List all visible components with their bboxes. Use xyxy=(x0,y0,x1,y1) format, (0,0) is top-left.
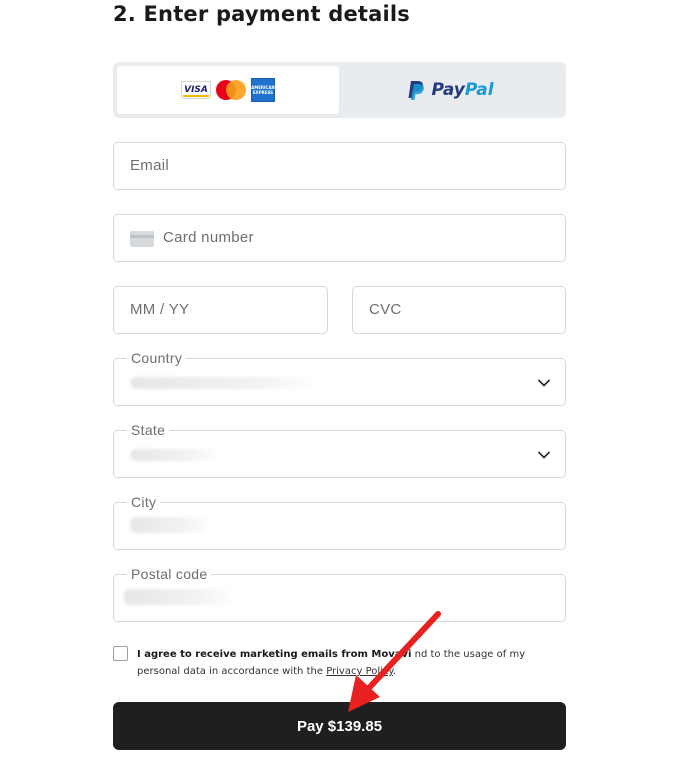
country-value-redacted xyxy=(130,377,320,389)
postal-code-label: Postal code xyxy=(127,566,212,582)
country-select[interactable]: Country xyxy=(113,350,566,406)
marketing-consent-text: I agree to receive marketing emails from… xyxy=(137,649,526,677)
chevron-down-icon xyxy=(538,379,550,387)
card-number-field[interactable]: Card number xyxy=(113,214,566,262)
paypal-p-icon xyxy=(407,80,425,101)
card-number-placeholder: Card number xyxy=(163,229,254,246)
mastercard-logo-icon xyxy=(215,80,247,100)
payment-method-selector: VISA AMERICAN EXPRESS PayPal xyxy=(113,62,566,118)
paypal-wordmark: PayPal xyxy=(431,80,494,100)
chevron-down-icon xyxy=(538,451,550,459)
country-label: Country xyxy=(127,350,187,366)
state-value-redacted xyxy=(130,449,220,461)
email-field[interactable]: Email xyxy=(113,142,566,190)
page-title: 2. Enter payment details xyxy=(113,2,410,26)
marketing-consent-checkbox[interactable] xyxy=(113,646,128,661)
privacy-policy-link[interactable]: Privacy Policy xyxy=(326,666,393,677)
expiry-field[interactable]: MM / YY xyxy=(113,286,328,334)
city-value-redacted xyxy=(130,517,210,533)
postal-code-field[interactable]: Postal code xyxy=(113,566,566,622)
visa-logo-icon: VISA xyxy=(181,81,211,99)
cvc-field[interactable]: CVC xyxy=(352,286,566,334)
credit-card-icon xyxy=(130,231,154,247)
postal-code-value-redacted xyxy=(124,589,234,605)
city-field[interactable]: City xyxy=(113,494,566,550)
email-placeholder: Email xyxy=(130,157,170,174)
expiry-placeholder: MM / YY xyxy=(130,301,190,318)
state-select[interactable]: State xyxy=(113,422,566,478)
tab-card-payment[interactable]: VISA AMERICAN EXPRESS xyxy=(117,66,339,114)
tab-paypal[interactable]: PayPal xyxy=(339,66,562,114)
city-label: City xyxy=(127,494,161,510)
pay-button[interactable]: Pay $139.85 xyxy=(113,702,566,750)
amex-logo-icon: AMERICAN EXPRESS xyxy=(251,78,275,102)
cvc-placeholder: CVC xyxy=(369,301,402,318)
state-label: State xyxy=(127,422,170,438)
